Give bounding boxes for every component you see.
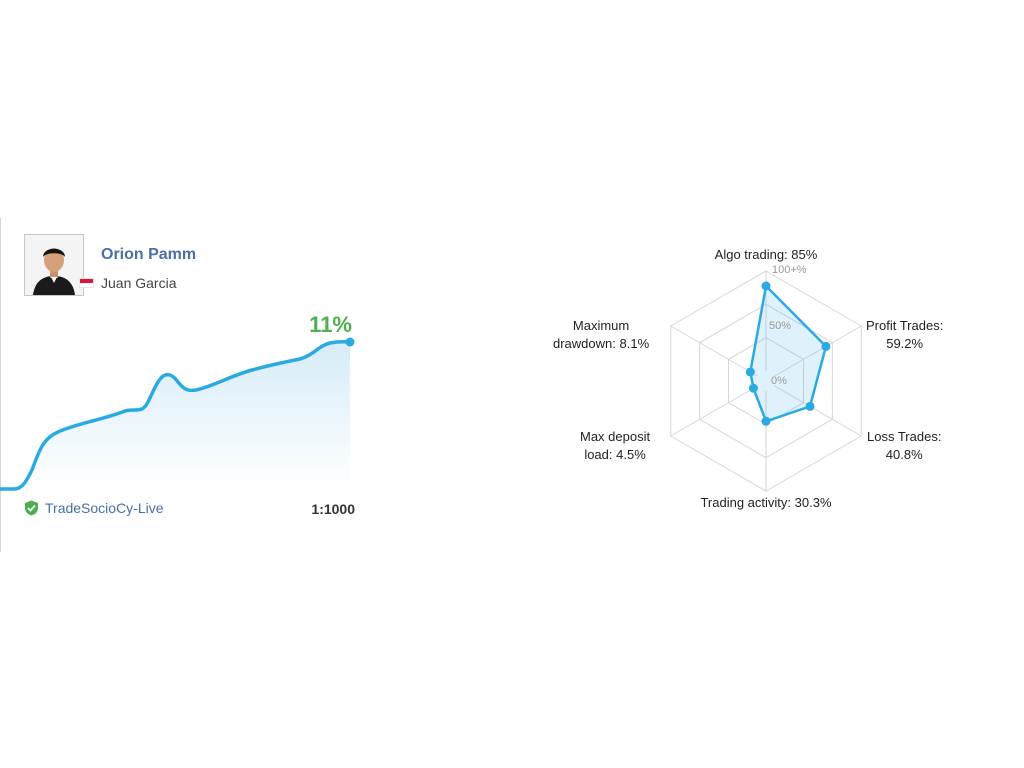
avatar[interactable] [24,234,84,296]
radar-point-3 [761,416,771,426]
signal-card[interactable]: Orion Pamm Juan Garcia 11% TradeSocioCy-… [0,222,364,527]
equity-end-point [345,337,355,347]
equity-growth-chart[interactable] [0,322,368,492]
axis-value: 4.5% [616,447,646,462]
axis-name: Profit Trades: [866,318,944,333]
leverage-value: 1:1000 [311,501,355,517]
radar-point-0 [761,281,771,291]
axis-value: 8.1% [619,336,650,351]
radar-point-2 [805,401,815,411]
axis-label-max-drawdown: Maximum drawdown: 8.1% [553,317,649,353]
radar-point-1 [821,341,831,351]
axis-label-loss-trades: Loss Trades: 40.8% [867,428,941,464]
radar-spoke [670,325,758,377]
axis-name-line2: drawdown: [553,336,616,351]
axis-name: Maximum [572,318,630,333]
radar-point-4 [748,383,758,393]
axis-value: 85% [791,247,818,262]
axis-label-max-deposit-load: Max deposit load: 4.5% [580,428,650,464]
radar-chart: 100+% 50% 0% Algo trading: 85% Profit Tr… [540,238,980,528]
axis-label-algo-trading: Algo trading: 85% [691,246,841,264]
broker-name: TradeSocioCy-Live [45,500,164,516]
country-flag-icon [79,278,94,288]
radar-svg [670,270,862,492]
axis-value: 30.3% [794,495,832,510]
scale-label-100: 100+% [772,264,807,276]
strategy-name-link[interactable]: Orion Pamm [101,246,196,264]
axis-value: 59.2% [886,336,924,351]
axis-name-line2: load: [584,447,613,462]
axis-name: Loss Trades: [867,429,942,444]
axis-label-trading-activity: Trading activity: 30.3% [666,494,866,512]
radar-spoke [670,385,758,437]
radar-series-area [749,283,828,423]
axis-value: 40.8% [885,447,923,462]
equity-area [0,341,350,489]
axis-name: Trading activity: [700,495,792,510]
axis-name: Algo trading: [714,247,788,262]
radar-point-5 [745,367,755,377]
axis-name: Max deposit [580,429,651,444]
scale-label-0: 0% [771,375,787,387]
avatar-photo [25,235,83,295]
scale-label-50: 50% [769,320,792,332]
verified-shield-icon [25,500,38,516]
axis-label-profit-trades: Profit Trades: 59.2% [866,317,943,353]
manager-name: Juan Garcia [101,275,177,291]
broker-link[interactable]: TradeSocioCy-Live [24,500,164,516]
